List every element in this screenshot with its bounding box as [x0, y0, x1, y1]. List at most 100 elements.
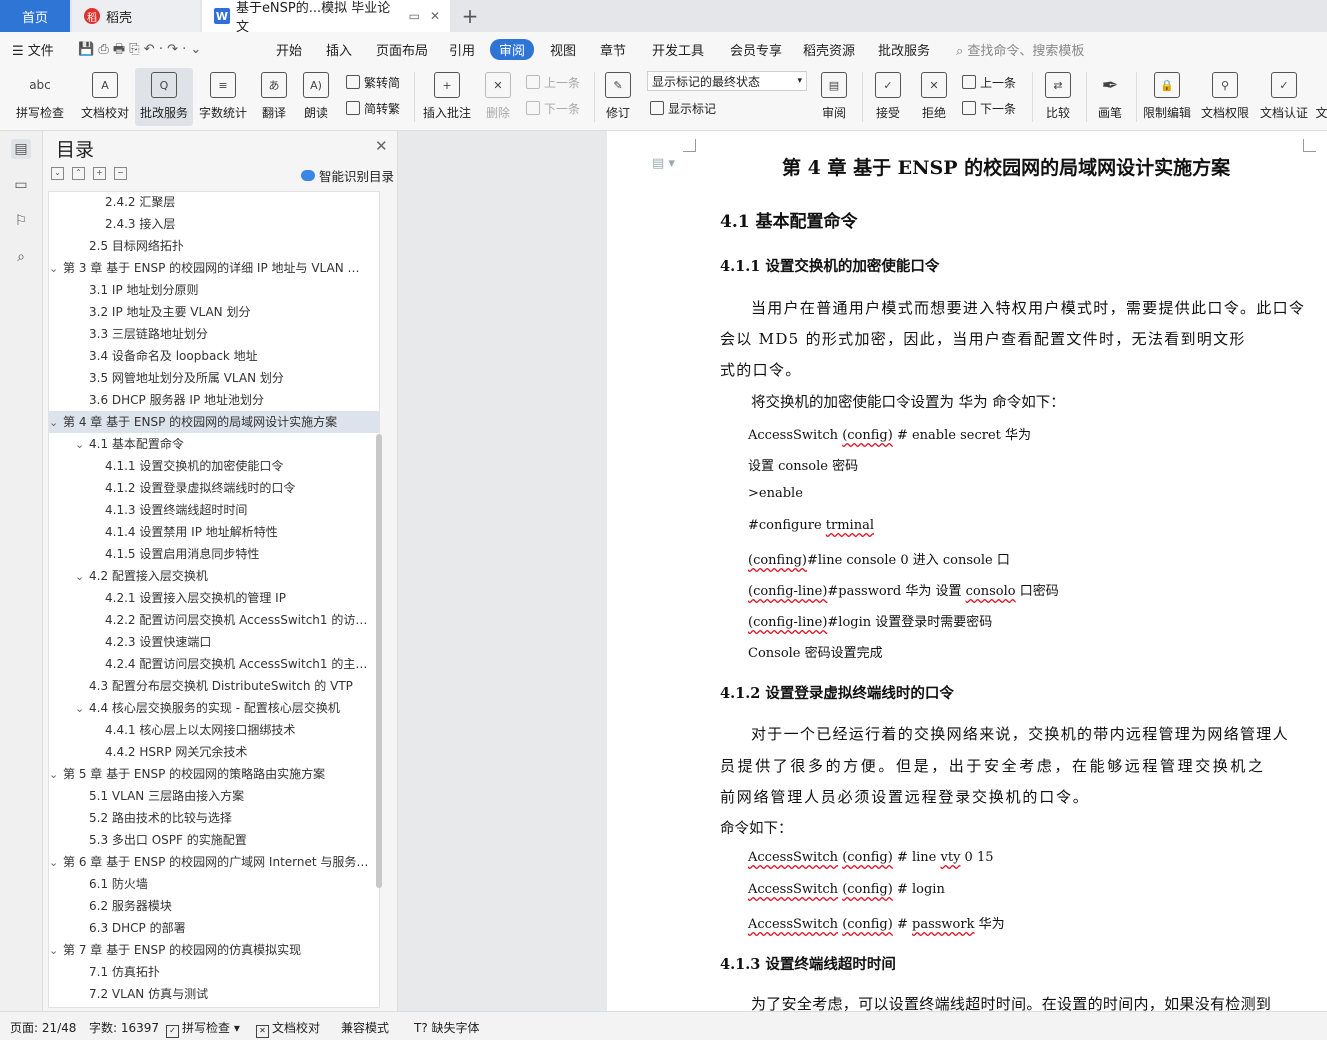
menu-file[interactable]: ☰ 文件	[12, 40, 54, 59]
toc-section-item[interactable]: 6.2 服务器模块	[49, 895, 379, 917]
toc-subsection-item[interactable]: 4.4.1 核心层上以太网接口捆绑技术	[49, 719, 379, 741]
word-count[interactable]: 字数: 16397	[89, 1019, 159, 1036]
trad-to-simp-button[interactable]: 繁转简	[346, 72, 400, 92]
toc-subsection-item[interactable]: 4.1.3 设置终端线超时时间	[49, 499, 379, 521]
menu-daoke-resource[interactable]: 稻壳资源	[803, 40, 855, 59]
quick-access-toolbar[interactable]: 💾 ⎙ 🖶 ⎘ ↶ · ↷ · ⌄	[78, 40, 201, 62]
toc-subsection-item[interactable]: 4.1.1 设置交换机的加密使能口令	[49, 455, 379, 477]
page-indicator[interactable]: 页面: 21/48	[10, 1019, 76, 1036]
toc-section-item[interactable]: 7.2 VLAN 仿真与测试	[49, 983, 379, 1005]
chapter-nav-icon[interactable]: ▭	[11, 175, 31, 195]
toc-chapter-item[interactable]: ⌄ 第 6 章 基于 ENSP 的校园网的广域网 Internet 与服务器方案	[49, 851, 379, 873]
toc-chapter-item[interactable]: ⌄ 第 5 章 基于 ENSP 的校园网的策略路由实施方案	[49, 763, 379, 785]
toc-section-item[interactable]: 3.5 网管地址划分及所属 VLAN 划分	[49, 367, 379, 389]
menu-review-service[interactable]: 批改服务	[878, 40, 930, 59]
doc-permission-button[interactable]: ⚲ 文档权限	[1198, 68, 1252, 126]
toc-section-item[interactable]: 7.1 仿真拓扑	[49, 961, 379, 983]
remove-heading-icon[interactable]: −	[114, 167, 127, 180]
toc-chapter-item[interactable]: ⌄ 第 4 章 基于 ENSP 的校园网的局域网设计实施方案	[49, 411, 379, 433]
search-panel-icon[interactable]: ⌕	[11, 247, 31, 267]
toc-subsection-item[interactable]: 2.4.2 汇聚层	[49, 192, 379, 213]
toc-section-item[interactable]: 6.1 防火墙	[49, 873, 379, 895]
toc-section-item[interactable]: 5.1 VLAN 三层路由接入方案	[49, 785, 379, 807]
menu-review[interactable]: 审阅	[490, 39, 535, 60]
toc-subsection-item[interactable]: 4.2.1 设置接入层交换机的管理 IP	[49, 587, 379, 609]
toc-subsection-item[interactable]: 4.2.4 配置访问层交换机 AccessSwitch1 的主干端口	[49, 653, 379, 675]
toc-subsection-item[interactable]: 4.4.2 HSRP 网关冗余技术	[49, 741, 379, 763]
word-count-button[interactable]: ≡ 字数统计	[196, 68, 250, 126]
chevron-down-icon[interactable]: ⌄	[75, 698, 89, 719]
spell-check-button[interactable]: abc 拼写检查	[10, 68, 70, 126]
menu-start[interactable]: 开始	[276, 40, 302, 59]
toc-section-item[interactable]: 4.3 配置分布层交换机 DistributeSwitch 的 VTP	[49, 675, 379, 697]
smart-toc-button[interactable]: 智能识别目录	[301, 166, 394, 185]
next-comment-button[interactable]: 下一条	[526, 98, 580, 118]
menu-layout[interactable]: 页面布局	[376, 40, 428, 59]
review-service-button[interactable]: Q 批改服务	[135, 68, 193, 126]
expand-up-icon[interactable]: ⌃	[72, 167, 85, 180]
toc-section-item[interactable]: 5.2 路由技术的比较与选择	[49, 807, 379, 829]
simp-to-trad-button[interactable]: 简转繁	[346, 98, 400, 118]
tab-document[interactable]: W 基于eNSP的...模拟 毕业论文 ▭ ✕	[202, 0, 450, 35]
close-icon[interactable]: ✕	[375, 137, 388, 155]
menu-insert[interactable]: 插入	[326, 40, 352, 59]
menu-devtools[interactable]: 开发工具	[652, 40, 704, 59]
toc-section-item[interactable]: ⌄ 4.2 配置接入层交换机	[49, 565, 379, 587]
translate-button[interactable]: あ翻译	[254, 68, 294, 126]
restrict-edit-button[interactable]: 🔒 限制编辑	[1140, 68, 1194, 126]
prev-change-button[interactable]: 上一条	[962, 72, 1016, 92]
collapse-all-icon[interactable]: ⌄	[51, 167, 64, 180]
command-search[interactable]: ⌕ 查找命令、搜索模板	[956, 40, 1084, 59]
tab-home[interactable]: 首页	[0, 0, 70, 32]
page-nav-icon[interactable]: ▤ ▾	[652, 156, 675, 171]
toc-section-item[interactable]: ⌄ 4.4 核心层交换服务的实现 - 配置核心层交换机	[49, 697, 379, 719]
more-ribbon-button[interactable]: 文	[1316, 68, 1327, 126]
add-heading-icon[interactable]: +	[93, 167, 106, 180]
toc-section-item[interactable]: 6.3 DHCP 的部署	[49, 917, 379, 939]
menu-member[interactable]: 会员专享	[730, 40, 782, 59]
toc-section-item[interactable]: 3.3 三层链路地址划分	[49, 323, 379, 345]
toc-section-item[interactable]: 3.4 设备命名及 loopback 地址	[49, 345, 379, 367]
read-aloud-button[interactable]: A) 朗读	[298, 68, 334, 126]
show-marks-button[interactable]: 显示标记	[650, 98, 716, 118]
toc-subsection-item[interactable]: 4.1.2 设置登录虚拟终端线时的口令	[49, 477, 379, 499]
menu-chapter[interactable]: 章节	[600, 40, 626, 59]
review-pane-button[interactable]: ▤ 审阅	[814, 68, 854, 126]
new-tab-button[interactable]: +	[456, 0, 484, 32]
pen-button[interactable]: ✒ 画笔	[1090, 68, 1130, 126]
close-tab-icon[interactable]: ✕	[430, 9, 440, 23]
insert-comment-button[interactable]: + 插入批注	[420, 68, 474, 126]
doc-proof-button[interactable]: A 文档校对	[78, 68, 132, 126]
next-change-button[interactable]: 下一条	[962, 98, 1016, 118]
toc-subsection-item[interactable]: 4.1.5 设置启用消息同步特性	[49, 543, 379, 565]
toc-subsection-item[interactable]: 2.4.3 接入层	[49, 213, 379, 235]
toc-scrollbar[interactable]	[376, 434, 382, 888]
toc-section-item[interactable]: 3.6 DHCP 服务器 IP 地址池划分	[49, 389, 379, 411]
chevron-down-icon[interactable]: ⌄	[75, 434, 89, 455]
bookmark-icon[interactable]: ⚐	[11, 211, 31, 231]
chevron-down-icon[interactable]: ⌄	[49, 412, 63, 433]
toc-subsection-item[interactable]: 4.2.3 设置快速端口	[49, 631, 379, 653]
mark-state-select[interactable]: 显示标记的最终状态 ▾	[647, 71, 807, 91]
track-changes-button[interactable]: ✎ 修订	[598, 68, 638, 126]
toc-chapter-item[interactable]: ⌄ 第 3 章 基于 ENSP 的校园网的详细 IP 地址与 VLAN 划分	[49, 257, 379, 279]
toc-section-item[interactable]: 3.1 IP 地址划分原则	[49, 279, 379, 301]
toc-section-item[interactable]: 3.2 IP 地址及主要 VLAN 划分	[49, 301, 379, 323]
menu-view[interactable]: 视图	[550, 40, 576, 59]
toc-section-item[interactable]: ⌄ 4.1 基本配置命令	[49, 433, 379, 455]
accept-button[interactable]: ✓ 接受	[868, 68, 908, 126]
chevron-down-icon[interactable]: ⌄	[49, 940, 63, 961]
missing-font[interactable]: T? 缺失字体	[414, 1019, 480, 1036]
toc-subsection-item[interactable]: 4.1.4 设置禁用 IP 地址解析特性	[49, 521, 379, 543]
outline-icon[interactable]: ▤	[11, 139, 31, 159]
doc-auth-button[interactable]: ✓ 文档认证	[1257, 68, 1311, 126]
compare-button[interactable]: ⇄ 比较	[1038, 68, 1078, 126]
delete-comment-button[interactable]: ✕ 删除	[478, 68, 518, 126]
tab-daoke[interactable]: 稻 稻壳	[72, 0, 200, 32]
reject-button[interactable]: ✕ 拒绝	[914, 68, 954, 126]
toc-subsection-item[interactable]: 4.2.2 配置访问层交换机 AccessSwitch1 的访问端口	[49, 609, 379, 631]
chevron-down-icon[interactable]: ⌄	[75, 566, 89, 587]
toc-chapter-item[interactable]: ⌄ 第 7 章 基于 ENSP 的校园网的仿真模拟实现	[49, 939, 379, 961]
chevron-down-icon[interactable]: ⌄	[49, 258, 63, 279]
proof-status[interactable]: ✕ 文档校对	[256, 1019, 320, 1038]
